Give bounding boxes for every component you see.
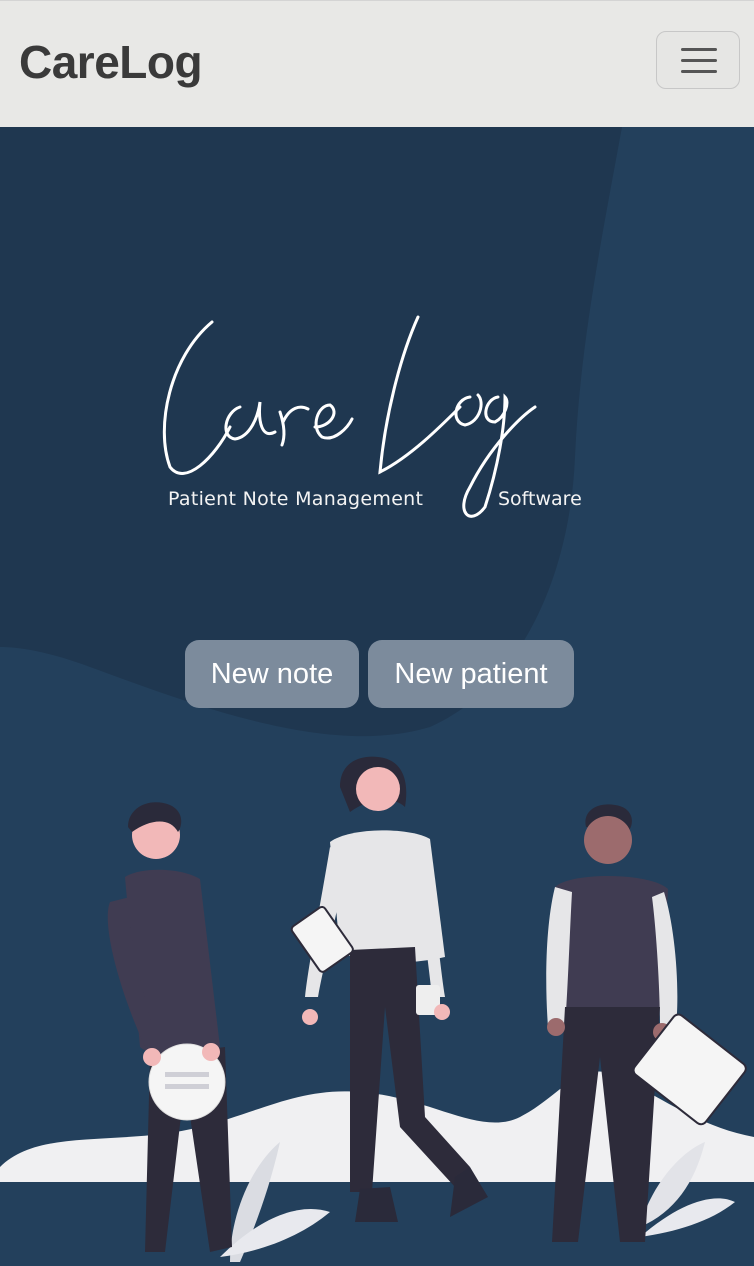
person-middle [290, 756, 488, 1222]
person-left [107, 802, 232, 1252]
brand-logo[interactable]: CareLog [19, 35, 203, 89]
person-right [546, 804, 747, 1242]
hero-section: Patient Note Management Software New not… [0, 127, 754, 1266]
people-illustration [107, 756, 747, 1252]
navbar: CareLog [0, 0, 754, 127]
menu-toggle-button[interactable] [656, 31, 740, 89]
